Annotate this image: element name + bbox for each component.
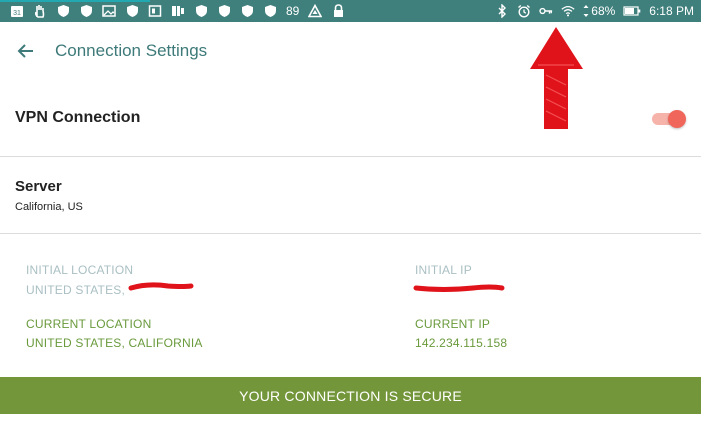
- app-icon: [148, 4, 162, 18]
- shield-icon: [194, 4, 208, 18]
- bluetooth-icon: [495, 4, 509, 18]
- initial-ip-label: INITIAL IP: [415, 263, 472, 277]
- current-location-label: CURRENT LOCATION: [26, 317, 152, 331]
- current-location-value: UNITED STATES, CALIFORNIA: [26, 336, 203, 350]
- arrow-left-icon: [17, 44, 33, 58]
- shield-icon: [263, 4, 277, 18]
- shield-icon: [217, 4, 231, 18]
- wifi-icon: [561, 4, 575, 18]
- vpn-connection-row: VPN Connection: [0, 80, 701, 157]
- connection-info: INITIAL LOCATION UNITED STATES, INITIAL …: [0, 234, 701, 377]
- shield-icon: [79, 4, 93, 18]
- image-icon: [102, 4, 116, 18]
- current-ip-value: 142.234.115.158: [415, 336, 508, 350]
- page-title: Connection Settings: [55, 41, 208, 60]
- initial-location-value: UNITED STATES,: [26, 283, 126, 297]
- vpn-toggle[interactable]: [650, 110, 688, 128]
- toggle-thumb: [668, 110, 686, 128]
- clock: 6:18 PM: [649, 4, 694, 18]
- initial-location-label: INITIAL LOCATION: [26, 263, 134, 277]
- calendar-icon: 31: [10, 4, 24, 18]
- data-arrows-icon: [583, 4, 589, 18]
- server-row[interactable]: Server California, US: [0, 157, 701, 234]
- shield-icon: [240, 4, 254, 18]
- current-ip-label: CURRENT IP: [415, 317, 491, 331]
- shield-icon: [125, 4, 139, 18]
- status-bar: 31 89 68% 6:18 PM: [0, 0, 701, 22]
- vpn-connection-label: VPN Connection: [15, 109, 141, 126]
- connection-status-text: YOUR CONNECTION IS SECURE: [239, 387, 462, 404]
- status-system: 68% 6:18 PM: [495, 0, 694, 22]
- server-value: California, US: [15, 201, 83, 213]
- flipboard-icon: [171, 4, 185, 18]
- server-label: Server: [15, 178, 62, 195]
- battery-percent: 68%: [591, 4, 616, 18]
- vpn-key-icon: [539, 4, 553, 18]
- app-bar: Connection Settings: [0, 22, 701, 80]
- alarm-icon: [517, 4, 531, 18]
- connection-status-banner: YOUR CONNECTION IS SECURE: [0, 377, 701, 414]
- weather-temperature: 89: [286, 4, 300, 18]
- warning-icon: [308, 4, 323, 18]
- calendar-date: 31: [13, 10, 21, 17]
- lock-icon: [331, 4, 345, 18]
- back-button[interactable]: [14, 39, 38, 63]
- status-notifications: 31 89: [10, 0, 345, 22]
- hand-icon: [33, 4, 47, 18]
- shield-icon: [56, 4, 70, 18]
- battery-icon: [623, 4, 641, 18]
